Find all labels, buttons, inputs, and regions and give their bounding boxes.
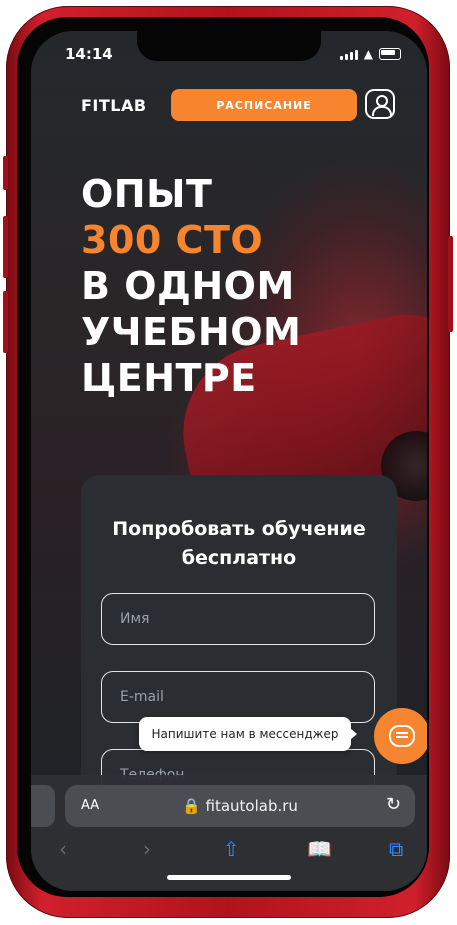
wifi-icon: ▲ <box>363 47 373 61</box>
headline-line-3: В ОДНОМ <box>81 264 295 308</box>
headline-line-5: ЦЕНТРЕ <box>81 356 257 400</box>
fitlab-logo[interactable]: FITLAB <box>81 96 147 115</box>
reload-icon[interactable]: ↻ <box>386 794 401 815</box>
volume-up-button <box>3 216 8 278</box>
headline-line-4: УЧЕБНОМ <box>81 310 302 354</box>
schedule-button[interactable]: РАСПИСАНИЕ <box>171 89 357 121</box>
share-icon[interactable]: ⇧ <box>223 837 240 861</box>
address-bar[interactable]: AA 🔒 fitautolab.ru ↻ <box>65 785 415 827</box>
notch <box>137 31 321 61</box>
signal-icon <box>339 50 358 60</box>
safari-toolbar: AA 🔒 fitautolab.ru ↻ ‹ › ⇧ 📖 ⧉ <box>31 775 427 891</box>
user-icon-body <box>372 106 392 116</box>
volume-down-button <box>3 291 8 353</box>
previous-tab-preview[interactable] <box>31 785 55 827</box>
form-title: Попробовать обучение бесплатно <box>81 515 397 573</box>
form-title-line-1: Попробовать обучение <box>112 518 366 540</box>
status-bar: 14:14 ▲ <box>31 31 427 83</box>
url-display[interactable]: 🔒 fitautolab.ru <box>65 797 415 815</box>
lock-icon: 🔒 <box>182 797 201 815</box>
tabs-icon[interactable]: ⧉ <box>389 837 403 861</box>
browser-nav: ‹ › ⇧ 📖 ⧉ <box>31 837 427 867</box>
trial-form: Попробовать обучение бесплатно Имя E-mai… <box>81 475 397 805</box>
chat-button[interactable] <box>374 708 427 764</box>
status-time: 14:14 <box>65 45 113 63</box>
bookmarks-icon[interactable]: 📖 <box>307 837 332 861</box>
chat-icon <box>389 725 415 747</box>
hero-headline: ОПЫТ 300 СТО В ОДНОМ УЧЕБНОМ ЦЕНТРЕ <box>81 171 301 401</box>
forward-icon[interactable]: › <box>143 837 151 861</box>
battery-icon <box>379 48 401 60</box>
headline-accent: 300 СТО <box>81 218 264 262</box>
account-button[interactable] <box>365 89 395 119</box>
phone-screen: 14:14 ▲ FITLAB РАСПИСАНИЕ ОПЫТ 300 СТО В… <box>31 31 427 891</box>
email-field[interactable]: E-mail <box>101 671 375 723</box>
form-title-line-2: бесплатно <box>181 547 297 569</box>
name-field[interactable]: Имя <box>101 593 375 645</box>
power-button <box>448 236 453 332</box>
messenger-tooltip[interactable]: Напишите нам в мессенджер <box>139 717 357 751</box>
home-indicator <box>167 875 291 880</box>
mute-switch <box>3 156 8 190</box>
status-icons: ▲ <box>339 47 401 61</box>
headline-line-1: ОПЫТ <box>81 172 213 216</box>
url-text: fitautolab.ru <box>205 797 298 815</box>
site-header: FITLAB РАСПИСАНИЕ <box>31 89 427 125</box>
back-icon[interactable]: ‹ <box>59 837 67 861</box>
